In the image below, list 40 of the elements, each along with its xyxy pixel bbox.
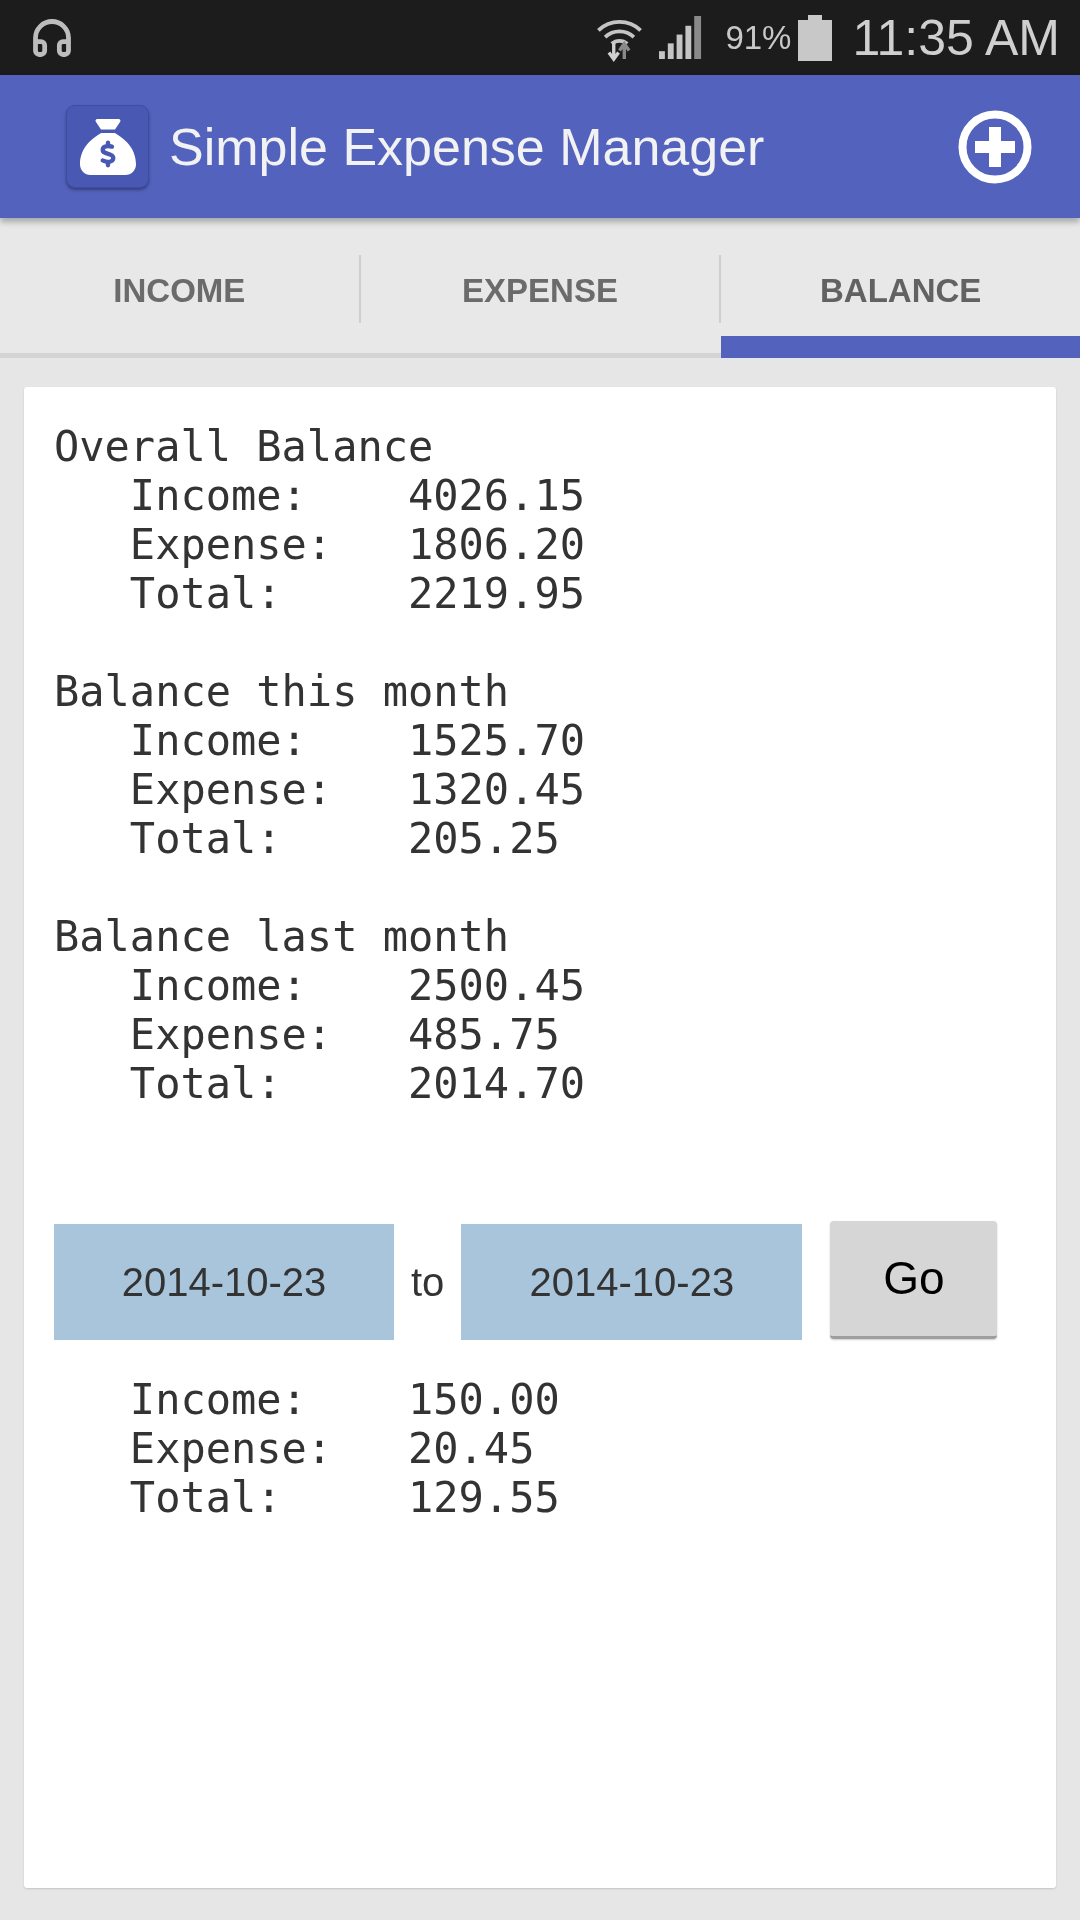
- row-label: Expense:: [129, 520, 333, 569]
- row-label: Total:: [129, 569, 282, 618]
- amount-value: 2014.70: [408, 1059, 585, 1108]
- tab[interactable]: INCOME: [0, 218, 359, 358]
- amount-value: 150.00: [408, 1375, 560, 1424]
- go-button[interactable]: Go: [830, 1221, 998, 1339]
- battery-icon: [798, 14, 833, 61]
- row-label: Expense:: [129, 765, 333, 814]
- section-title: Overall Balance: [54, 422, 434, 471]
- amount-value: 20.45: [408, 1424, 535, 1473]
- row-label: Total:: [129, 814, 282, 863]
- range-separator: to: [411, 1259, 445, 1306]
- row-label: Income:: [129, 471, 307, 520]
- tab[interactable]: EXPENSE: [360, 218, 720, 358]
- section-title: Balance last month: [54, 912, 510, 961]
- row-label: Income:: [129, 1375, 307, 1424]
- row-label: Expense:: [129, 1010, 333, 1059]
- amount-value: 205.25: [408, 814, 560, 863]
- clock-time: 11:35 AM: [852, 12, 1060, 63]
- row-label: Total:: [129, 1059, 282, 1108]
- amount-value: 4026.15: [408, 471, 585, 520]
- amount-value: 129.55: [408, 1473, 560, 1522]
- app-title: Simple Expense Manager: [169, 116, 765, 178]
- row-label: Total:: [129, 1473, 282, 1522]
- amount-value: 2219.95: [408, 569, 585, 618]
- amount-value: 1806.20: [408, 520, 585, 569]
- money-bag-icon: [66, 105, 149, 188]
- amount-value: 2500.45: [408, 961, 585, 1010]
- row-label: Expense:: [129, 1424, 333, 1473]
- amount-value: 485.75: [408, 1010, 560, 1059]
- battery-percent: 91%: [725, 17, 792, 58]
- end-date-field[interactable]: 2014-10-23: [461, 1224, 803, 1340]
- section-title: Balance this month: [54, 667, 510, 716]
- tab[interactable]: BALANCE: [721, 218, 1080, 358]
- row-label: Income:: [129, 961, 307, 1010]
- amount-value: 1525.70: [408, 716, 585, 765]
- row-label: Income:: [129, 716, 307, 765]
- start-date-field[interactable]: 2014-10-23: [54, 1224, 394, 1340]
- amount-value: 1320.45: [408, 765, 585, 814]
- add-icon[interactable]: [958, 109, 1032, 184]
